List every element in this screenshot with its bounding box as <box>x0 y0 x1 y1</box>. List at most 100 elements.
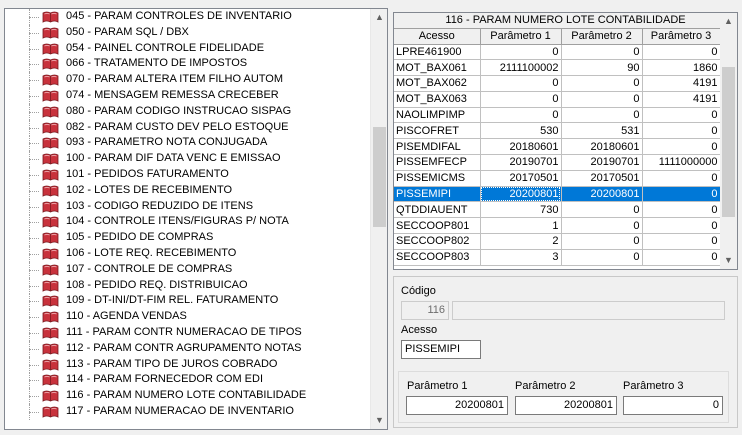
tree-item[interactable]: 074 - MENSAGEM REMESSA CRECEBER <box>5 87 371 104</box>
scroll-down-arrow-icon[interactable]: ▼ <box>371 412 387 429</box>
table-cell[interactable]: 3 <box>480 249 562 266</box>
tree-item[interactable]: 104 - CONTROLE ITENS/FIGURAS P/ NOTA <box>5 214 371 231</box>
table-cell[interactable]: 0 <box>561 107 643 124</box>
tree-scrollbar[interactable]: ▲ ▼ <box>370 9 387 429</box>
table-cell[interactable]: 0 <box>480 44 562 61</box>
tree-item[interactable]: 108 - PEDIDO REQ. DISTRIBUICAO <box>5 277 371 294</box>
tree-item[interactable]: 103 - CODIGO REDUZIDO DE ITENS <box>5 198 371 215</box>
tree-item[interactable]: 110 - AGENDA VENDAS <box>5 309 371 326</box>
table-cell[interactable]: 0 <box>480 91 562 108</box>
table-cell[interactable]: 1111000000 <box>642 154 721 171</box>
table-cell[interactable]: 0 <box>642 233 721 250</box>
table-row[interactable]: PISSEMFECP 20190701 20190701 1111000000 <box>394 154 721 171</box>
table-cell[interactable]: 0 <box>642 122 721 140</box>
table-cell[interactable]: NAOLIMPIMP <box>394 107 481 124</box>
tree-item[interactable]: 101 - PEDIDOS FATURAMENTO <box>5 166 371 183</box>
tree-item[interactable]: 093 - PARAMETRO NOTA CONJUGADA <box>5 135 371 152</box>
table-cell[interactable]: 20180601 <box>561 138 643 156</box>
table-row[interactable]: SECCOOP801 1 0 0 <box>394 217 721 235</box>
table-cell[interactable]: 90 <box>561 59 643 77</box>
tree-item[interactable]: 107 - CONTROLE DE COMPRAS <box>5 261 371 278</box>
table-cell[interactable]: PISEMDIFAL <box>394 138 481 156</box>
tree-item[interactable]: 102 - LOTES DE RECEBIMENTO <box>5 182 371 199</box>
table-cell[interactable]: 0 <box>561 201 643 219</box>
table-row[interactable]: PISSEMIPI 20200801 20200801 0 <box>394 186 721 203</box>
tree-item[interactable]: 070 - PARAM ALTERA ITEM FILHO AUTOM <box>5 72 371 89</box>
table-cell[interactable]: PISSEMIPI <box>394 186 481 203</box>
table-cell[interactable]: 4191 <box>642 75 721 92</box>
table-row[interactable]: LPRE461900 0 0 0 <box>394 44 721 61</box>
table-cell[interactable]: 2 <box>480 233 562 250</box>
tree-item[interactable]: 105 - PEDIDO DE COMPRAS <box>5 230 371 247</box>
table-cell[interactable]: 0 <box>561 249 643 266</box>
tree-item[interactable]: 082 - PARAM CUSTO DEV PELO ESTOQUE <box>5 119 371 136</box>
table-cell[interactable]: 0 <box>642 201 721 219</box>
table-cell[interactable]: 531 <box>561 122 643 140</box>
tree-item[interactable]: 113 - PARAM TIPO DE JUROS COBRADO <box>5 356 371 373</box>
table-cell[interactable]: PISSEMICMS <box>394 170 481 187</box>
column-header-acesso[interactable]: Acesso <box>394 29 481 45</box>
table-cell[interactable]: 0 <box>561 75 643 92</box>
table-cell[interactable]: PISSEMFECP <box>394 154 481 171</box>
table-cell[interactable]: 20190701 <box>561 154 643 171</box>
table-cell[interactable]: 0 <box>561 91 643 108</box>
table-row[interactable]: SECCOOP803 3 0 0 <box>394 249 721 266</box>
table-cell[interactable]: 1 <box>480 217 562 235</box>
tree-scroll-thumb[interactable] <box>373 126 386 227</box>
table-cell[interactable]: 20190701 <box>480 154 562 171</box>
parameter-grid[interactable]: 116 - PARAM NUMERO LOTE CONTABILIDADE Ac… <box>393 12 738 270</box>
column-header-parametro-3[interactable]: Parâmetro 3 <box>642 29 721 45</box>
table-cell[interactable]: MOT_BAX061 <box>394 59 481 77</box>
table-cell[interactable]: 1860 <box>642 59 721 77</box>
tree-item[interactable]: 066 - TRATAMENTO DE IMPOSTOS <box>5 56 371 73</box>
table-cell[interactable]: QTDDIAUENT <box>394 201 481 219</box>
table-cell[interactable]: 0 <box>561 233 643 250</box>
table-cell[interactable]: 0 <box>642 217 721 235</box>
table-cell[interactable]: 0 <box>642 107 721 124</box>
table-cell[interactable]: 4191 <box>642 91 721 108</box>
table-cell[interactable]: MOT_BAX062 <box>394 75 481 92</box>
table-cell[interactable]: 20170501 <box>480 170 562 187</box>
parameter-tree[interactable]: 045 - PARAM CONTROLES DE INVENTARIO 050 -… <box>4 8 388 430</box>
tree-item[interactable]: 117 - PARAM NUMERACAO DE INVENTARIO <box>5 403 371 420</box>
scroll-up-arrow-icon[interactable]: ▲ <box>720 13 737 30</box>
parametro-1-field[interactable]: 20200801 <box>406 396 508 415</box>
table-cell[interactable]: 0 <box>642 138 721 156</box>
table-cell[interactable]: PISCOFRET <box>394 122 481 140</box>
table-cell[interactable]: SECCOOP802 <box>394 233 481 250</box>
table-cell[interactable]: MOT_BAX063 <box>394 91 481 108</box>
tree-item[interactable]: 045 - PARAM CONTROLES DE INVENTARIO <box>5 9 371 25</box>
table-cell[interactable]: 0 <box>561 217 643 235</box>
table-row[interactable]: PISCOFRET 530 531 0 <box>394 122 721 140</box>
table-cell[interactable]: LPRE461900 <box>394 44 481 61</box>
parametro-3-field[interactable]: 0 <box>623 396 723 415</box>
table-cell[interactable]: 20200801 <box>480 186 562 203</box>
tree-item[interactable]: 100 - PARAM DIF DATA VENC E EMISSAO <box>5 151 371 168</box>
table-cell[interactable]: 0 <box>642 44 721 61</box>
table-row[interactable]: PISEMDIFAL 20180601 20180601 0 <box>394 138 721 156</box>
tree-item[interactable]: 080 - PARAM CODIGO INSTRUCAO SISPAG <box>5 103 371 120</box>
table-row[interactable]: NAOLIMPIMP 0 0 0 <box>394 107 721 124</box>
table-row[interactable]: QTDDIAUENT 730 0 0 <box>394 201 721 219</box>
table-cell[interactable]: 0 <box>642 170 721 187</box>
table-cell[interactable]: 730 <box>480 201 562 219</box>
acesso-field[interactable]: PISSEMIPI <box>401 340 481 359</box>
table-cell[interactable]: SECCOOP801 <box>394 217 481 235</box>
tree-item[interactable]: 114 - PARAM FORNECEDOR COM EDI <box>5 372 371 389</box>
tree-item[interactable]: 106 - LOTE REQ. RECEBIMENTO <box>5 245 371 262</box>
table-cell[interactable]: 0 <box>642 249 721 266</box>
table-row[interactable]: MOT_BAX061 2111100002 90 1860 <box>394 59 721 77</box>
table-cell[interactable]: 20180601 <box>480 138 562 156</box>
table-cell[interactable]: SECCOOP803 <box>394 249 481 266</box>
table-cell[interactable]: 0 <box>642 186 721 203</box>
table-row[interactable]: SECCOOP802 2 0 0 <box>394 233 721 250</box>
tree-item[interactable]: 050 - PARAM SQL / DBX <box>5 24 371 41</box>
scroll-up-arrow-icon[interactable]: ▲ <box>371 9 387 26</box>
table-cell[interactable]: 0 <box>480 107 562 124</box>
table-cell[interactable]: 20170501 <box>561 170 643 187</box>
table-cell[interactable]: 0 <box>480 75 562 92</box>
tree-item[interactable]: 111 - PARAM CONTR NUMERACAO DE TIPOS <box>5 324 371 341</box>
parametro-2-field[interactable]: 20200801 <box>515 396 617 415</box>
tree-item[interactable]: 054 - PAINEL CONTROLE FIDELIDADE <box>5 40 371 57</box>
table-cell[interactable]: 0 <box>561 44 643 61</box>
